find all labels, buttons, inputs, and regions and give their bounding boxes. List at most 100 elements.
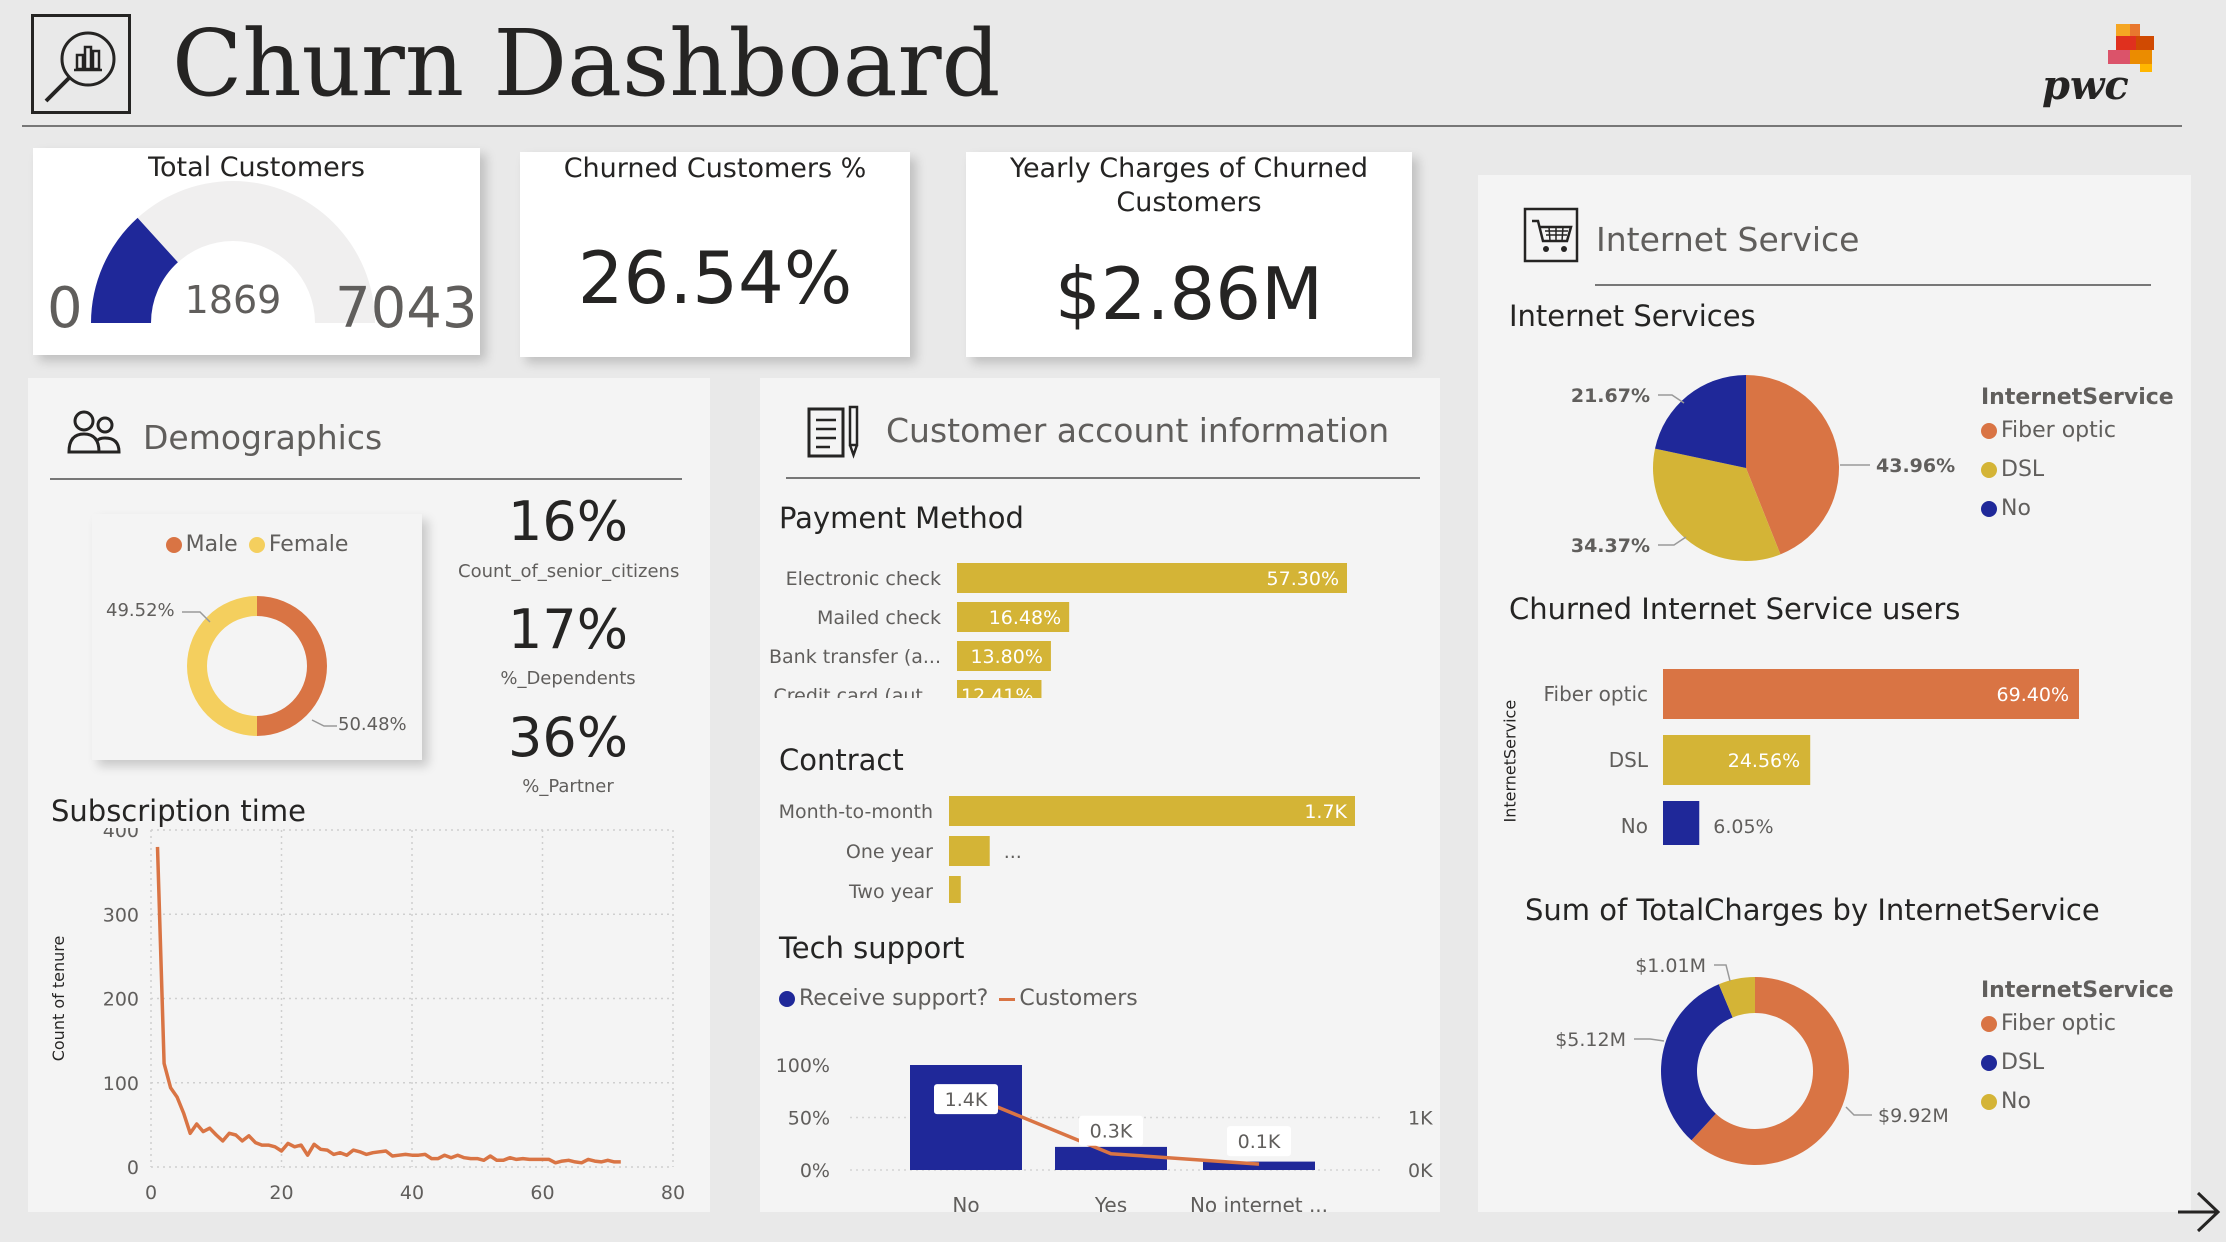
stat-partner-label: %_Partner [522, 776, 614, 797]
y-right-tick-label: 1K [1408, 1108, 1433, 1130]
x-axis-label: tenure [386, 1210, 438, 1212]
bar-data-label: 12.41% [961, 685, 1033, 698]
legend-title: InternetService [1981, 978, 2174, 1003]
legend-item-no: No [1981, 1089, 2174, 1114]
bar-category-label: Electronic check [786, 568, 941, 590]
leader-line [1658, 536, 1687, 546]
legend-item-no: No [1981, 496, 2174, 521]
donut-data-label: $9.92M [1878, 1105, 1949, 1127]
legend-label: DSL [2001, 1050, 2045, 1075]
section-divider [50, 478, 682, 480]
legend-dot-fiber [1981, 423, 1997, 439]
leader-line [1845, 1106, 1872, 1116]
legend-label: DSL [2001, 457, 2045, 482]
bar-category-label: Mailed check [817, 607, 941, 629]
legend-title: InternetService [1981, 385, 2174, 410]
stat-dependents-label: %_Dependents [500, 668, 636, 689]
y-right-tick-label: 0K [1408, 1160, 1433, 1182]
donut-data-label: $1.01M [1635, 955, 1706, 977]
legend-dot-no [1981, 501, 1997, 517]
bar-category-label: Credit card (aut... [773, 685, 941, 698]
bar-category-label: Bank transfer (a... [769, 646, 941, 668]
legend-dot-fiber [1981, 1016, 1997, 1032]
y-axis-label: Count of tenure [49, 936, 68, 1062]
contract-bar-chart: Month-to-month 1.7K One year ... Two year [779, 796, 1355, 903]
pie-data-label: 34.37% [1571, 535, 1650, 557]
leader-line [1714, 964, 1731, 982]
x-tick-label: No [952, 1193, 979, 1212]
y-tick-label: 0 [127, 1157, 139, 1179]
stat-senior-label: Count_of_senior_citizens [458, 561, 680, 582]
bar [949, 836, 990, 866]
analytics-search-icon [44, 31, 116, 103]
donut-legend: InternetService Fiber optic DSL No [1981, 978, 2174, 1114]
section-divider [786, 477, 1420, 479]
header-divider [22, 125, 2182, 127]
demographics-card: Demographics Male Female 49.52% 50.48% 1… [28, 378, 710, 1212]
bar-data-label: 1.7K [1304, 801, 1347, 823]
bar [949, 876, 961, 903]
kpi-value: $2.86M [1054, 252, 1324, 336]
legend-item-customers: Customers [999, 986, 1138, 1011]
x-tick-label: 40 [400, 1182, 424, 1204]
bar-data-label: 57.30% [1267, 568, 1339, 590]
pwc-logo-text: pwc [2042, 62, 2129, 109]
x-tick-label: 80 [661, 1182, 685, 1204]
legend-dot-dsl [1981, 1055, 1997, 1071]
bar [910, 1065, 1022, 1170]
kpi-title-line1: Yearly Charges of Churned [1010, 153, 1368, 184]
section-title: Customer account information [886, 411, 1390, 450]
tech-combo-chart: 0% 50% 100% 0K 1K No Yes No internet ... 1.4K 0.3… [776, 1055, 1433, 1212]
x-tick-label: 20 [269, 1182, 293, 1204]
donut-data-label: $5.12M [1555, 1029, 1626, 1051]
tenure-line [155, 846, 621, 1165]
y-tick-label: 400 [103, 828, 139, 842]
legend-line-customers [999, 997, 1016, 1001]
x-tick-label: No internet ... [1190, 1193, 1328, 1212]
bar-category-label: One year [846, 841, 933, 863]
pie-data-label: 43.96% [1876, 455, 1955, 477]
legend-label: Receive support? [799, 986, 989, 1011]
bar-category-label: Two year [848, 881, 933, 903]
y-left-tick-label: 0% [800, 1160, 830, 1182]
bar-data-label: 6.05% [1713, 816, 1773, 838]
line-data-label: 1.4K [945, 1089, 988, 1111]
subscription-chart-title: Subscription time [51, 794, 306, 828]
subscription-line-chart: 0 100 200 300 400 0 20 40 60 80 tenure Count of ten… [49, 828, 685, 1212]
gender-donut-card: Male Female 49.52% 50.48% [92, 514, 422, 760]
stat-partner-value: 36% [507, 706, 629, 769]
next-page-arrow-icon[interactable] [2176, 1190, 2222, 1234]
account-card: Customer account information Payment Met… [760, 378, 1440, 1212]
line-data-label: 0.1K [1238, 1131, 1281, 1153]
bar-category-label: DSL [1609, 748, 1649, 772]
bar-data-label: 24.56% [1728, 750, 1800, 772]
payment-bar-chart: Electronic check 57.30% Mailed check 16.48%… [769, 563, 1347, 698]
section-title: Internet Service [1596, 220, 1860, 259]
x-tick-label: 0 [145, 1182, 157, 1204]
bar-data-label: 13.80% [970, 646, 1042, 668]
legend-label: No [2001, 496, 2031, 521]
y-tick-label: 200 [103, 989, 139, 1011]
x-tick-label: Yes [1094, 1193, 1127, 1212]
section-title: Demographics [143, 418, 383, 457]
churn-chart-title: Churned Internet Service users [1509, 592, 1961, 626]
kpi-value: 26.54% [577, 236, 853, 320]
legend-item-fiber: Fiber optic [1981, 418, 2174, 443]
gauge-value: 1869 [184, 278, 282, 322]
pie-data-label: 21.67% [1571, 385, 1650, 407]
legend-item-support: Receive support? [779, 986, 988, 1011]
shopping-cart-icon [1523, 207, 1579, 263]
payment-chart-title: Payment Method [779, 501, 1024, 535]
y-left-tick-label: 50% [788, 1108, 830, 1130]
bar-category-label: Month-to-month [779, 801, 933, 823]
legend-dot-no [1981, 1094, 1997, 1110]
bar-category-label: No [1621, 814, 1648, 838]
y-tick-label: 100 [103, 1073, 139, 1095]
bar [1663, 801, 1700, 845]
kpi-churned-pct: Churned Customers % 26.54% [520, 152, 910, 357]
tech-legend: Receive support? Customers [779, 986, 1138, 1011]
legend-item-dsl: DSL [1981, 457, 2174, 482]
kpi-total-customers: Total Customers 0 1869 7043 [33, 148, 480, 355]
leader-line [1634, 1038, 1665, 1042]
pie-chart-title: Internet Services [1509, 299, 1756, 333]
